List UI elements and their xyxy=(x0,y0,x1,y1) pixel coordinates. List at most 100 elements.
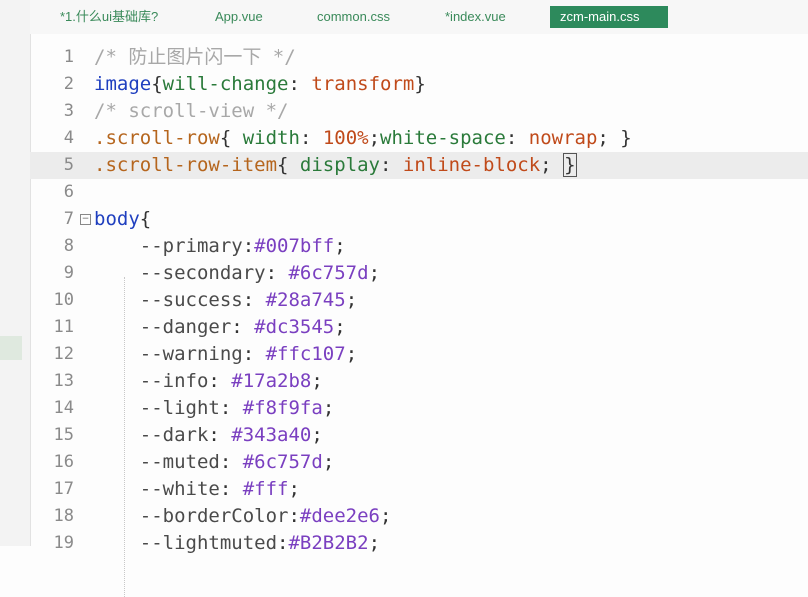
code-token: inline-block xyxy=(402,154,541,176)
line-number: 14 xyxy=(53,398,74,418)
code-line[interactable]: 13 --info: #17a2b8; xyxy=(30,368,808,395)
code-token: { xyxy=(277,154,300,176)
code-line[interactable]: 7− body{ xyxy=(30,206,808,233)
code-token: ; xyxy=(311,424,323,446)
code-token: ; xyxy=(345,343,358,365)
code-line[interactable]: 8 --primary:#007bff; xyxy=(30,233,808,260)
line-text: --success: #28a745; xyxy=(94,287,357,314)
tab-ui-library[interactable]: *1.什么ui基础库? xyxy=(50,6,168,28)
code-token: --secondary xyxy=(94,262,266,284)
code-token: #ffc107 xyxy=(265,343,346,365)
line-number: 9 xyxy=(63,263,74,283)
code-token: white-space xyxy=(380,127,506,149)
code-token: ; xyxy=(368,262,381,284)
line-text: --dark: #343a40; xyxy=(94,422,323,449)
code-token: transform xyxy=(311,73,415,95)
line-number: 13 xyxy=(53,371,74,391)
code-line[interactable]: 6 xyxy=(30,179,808,206)
code-token: /* scroll-view */ xyxy=(94,100,289,122)
line-text: --warning: #ffc107; xyxy=(94,341,357,368)
code-editor[interactable]: 1/* 防止图片闪一下 */ 2 image{will-change: transf… xyxy=(30,44,808,597)
line-text: body{ xyxy=(94,206,151,233)
code-line[interactable]: 15 --dark: #343a40; xyxy=(30,422,808,449)
code-line[interactable]: 14 --light: #f8f9fa; xyxy=(30,395,808,422)
code-token: --success xyxy=(94,289,243,311)
line-number: 12 xyxy=(53,344,74,364)
code-line[interactable]: 9 --secondary: #6c757d; xyxy=(30,260,808,287)
code-token: : xyxy=(231,316,255,338)
code-token: #6c757d xyxy=(242,451,323,473)
code-line[interactable]: 18 --borderColor:#dee2e6; xyxy=(30,503,808,530)
line-text: /* 防止图片闪一下 */ xyxy=(94,44,296,71)
code-token: : xyxy=(219,478,243,500)
code-token: { xyxy=(151,73,163,95)
code-token: ; xyxy=(540,154,564,176)
code-token: #28a745 xyxy=(265,289,346,311)
code-token: --light xyxy=(94,397,220,419)
line-number: 5 xyxy=(63,155,74,175)
code-token: : xyxy=(505,127,529,149)
code-token: { xyxy=(219,127,243,149)
line-text: --primary:#007bff; xyxy=(94,233,346,260)
code-token: --dark xyxy=(94,424,209,446)
code-token: ; xyxy=(322,397,335,419)
code-token: ; xyxy=(368,127,381,149)
line-number: 7 xyxy=(63,209,74,229)
code-line[interactable]: 16 --muted: #6c757d; xyxy=(30,449,808,476)
tab-app-vue[interactable]: App.vue xyxy=(205,6,273,28)
code-line[interactable]: 10 --success: #28a745; xyxy=(30,287,808,314)
line-text: /* scroll-view */ xyxy=(94,98,288,125)
code-token: #fff xyxy=(242,478,289,500)
code-token: ; xyxy=(288,478,300,500)
line-number: 11 xyxy=(53,317,74,337)
code-token: #007bff xyxy=(254,235,335,257)
code-line[interactable]: 12 --warning: #ffc107; xyxy=(30,341,808,368)
line-number: 17 xyxy=(53,479,74,499)
code-token: } xyxy=(414,73,426,95)
code-token: ; } xyxy=(597,127,632,149)
line-text: --borderColor:#dee2e6; xyxy=(94,503,392,530)
tab-zcm-main-css[interactable]: zcm-main.css xyxy=(550,6,668,28)
line-text: --info: #17a2b8; xyxy=(94,368,323,395)
line-number: 16 xyxy=(53,452,74,472)
code-token: #f8f9fa xyxy=(242,397,323,419)
tab-index-vue[interactable]: *index.vue xyxy=(435,6,516,28)
code-line[interactable]: 4 .scroll-row{ width: 100%;white-space: n… xyxy=(30,125,808,152)
line-text: .scroll-row-item{ display: inline-block;… xyxy=(94,152,577,179)
code-token: #343a40 xyxy=(231,424,312,446)
fold-toggle-icon[interactable]: − xyxy=(80,214,91,225)
code-token: .scroll-row xyxy=(94,127,220,149)
code-line[interactable]: 3 /* scroll-view */ xyxy=(30,98,808,125)
code-token: } xyxy=(563,153,577,177)
line-number: 4 xyxy=(63,128,74,148)
code-token: --primary xyxy=(94,235,243,257)
code-token: --info xyxy=(94,370,209,392)
code-token: : xyxy=(208,370,232,392)
code-token: : xyxy=(288,505,300,527)
line-number: 19 xyxy=(53,533,74,553)
code-line[interactable]: 19 --lightmuted:#B2B2B2; xyxy=(30,530,808,557)
code-line[interactable]: 2 image{will-change: transform} xyxy=(30,71,808,98)
code-token: width xyxy=(242,127,300,149)
code-line[interactable]: 5 .scroll-row-item{ display: inline-block… xyxy=(30,152,808,179)
code-token: 100% xyxy=(322,127,369,149)
code-token: --white xyxy=(94,478,220,500)
line-number: 6 xyxy=(63,182,74,202)
code-line[interactable]: 1 /* 防止图片闪一下 */ xyxy=(30,44,808,71)
code-token: --warning xyxy=(94,343,243,365)
code-token: : xyxy=(265,262,289,284)
code-line[interactable]: 17 --white: #fff; xyxy=(30,476,808,503)
line-number: 2 xyxy=(63,74,74,94)
code-token: : xyxy=(242,235,255,257)
left-gutter-strip xyxy=(0,0,31,546)
code-token: { xyxy=(139,208,152,230)
line-text: --lightmuted:#B2B2B2; xyxy=(94,530,380,557)
line-text: image{will-change: transform} xyxy=(94,71,426,98)
code-token: --muted xyxy=(94,451,220,473)
code-token: .scroll-row-item xyxy=(94,154,278,176)
code-token: nowrap xyxy=(528,127,598,149)
code-token: #dee2e6 xyxy=(299,505,380,527)
code-token: /* 防止图片闪一下 */ xyxy=(94,46,296,68)
code-line[interactable]: 11 --danger: #dc3545; xyxy=(30,314,808,341)
tab-common-css[interactable]: common.css xyxy=(307,6,400,28)
